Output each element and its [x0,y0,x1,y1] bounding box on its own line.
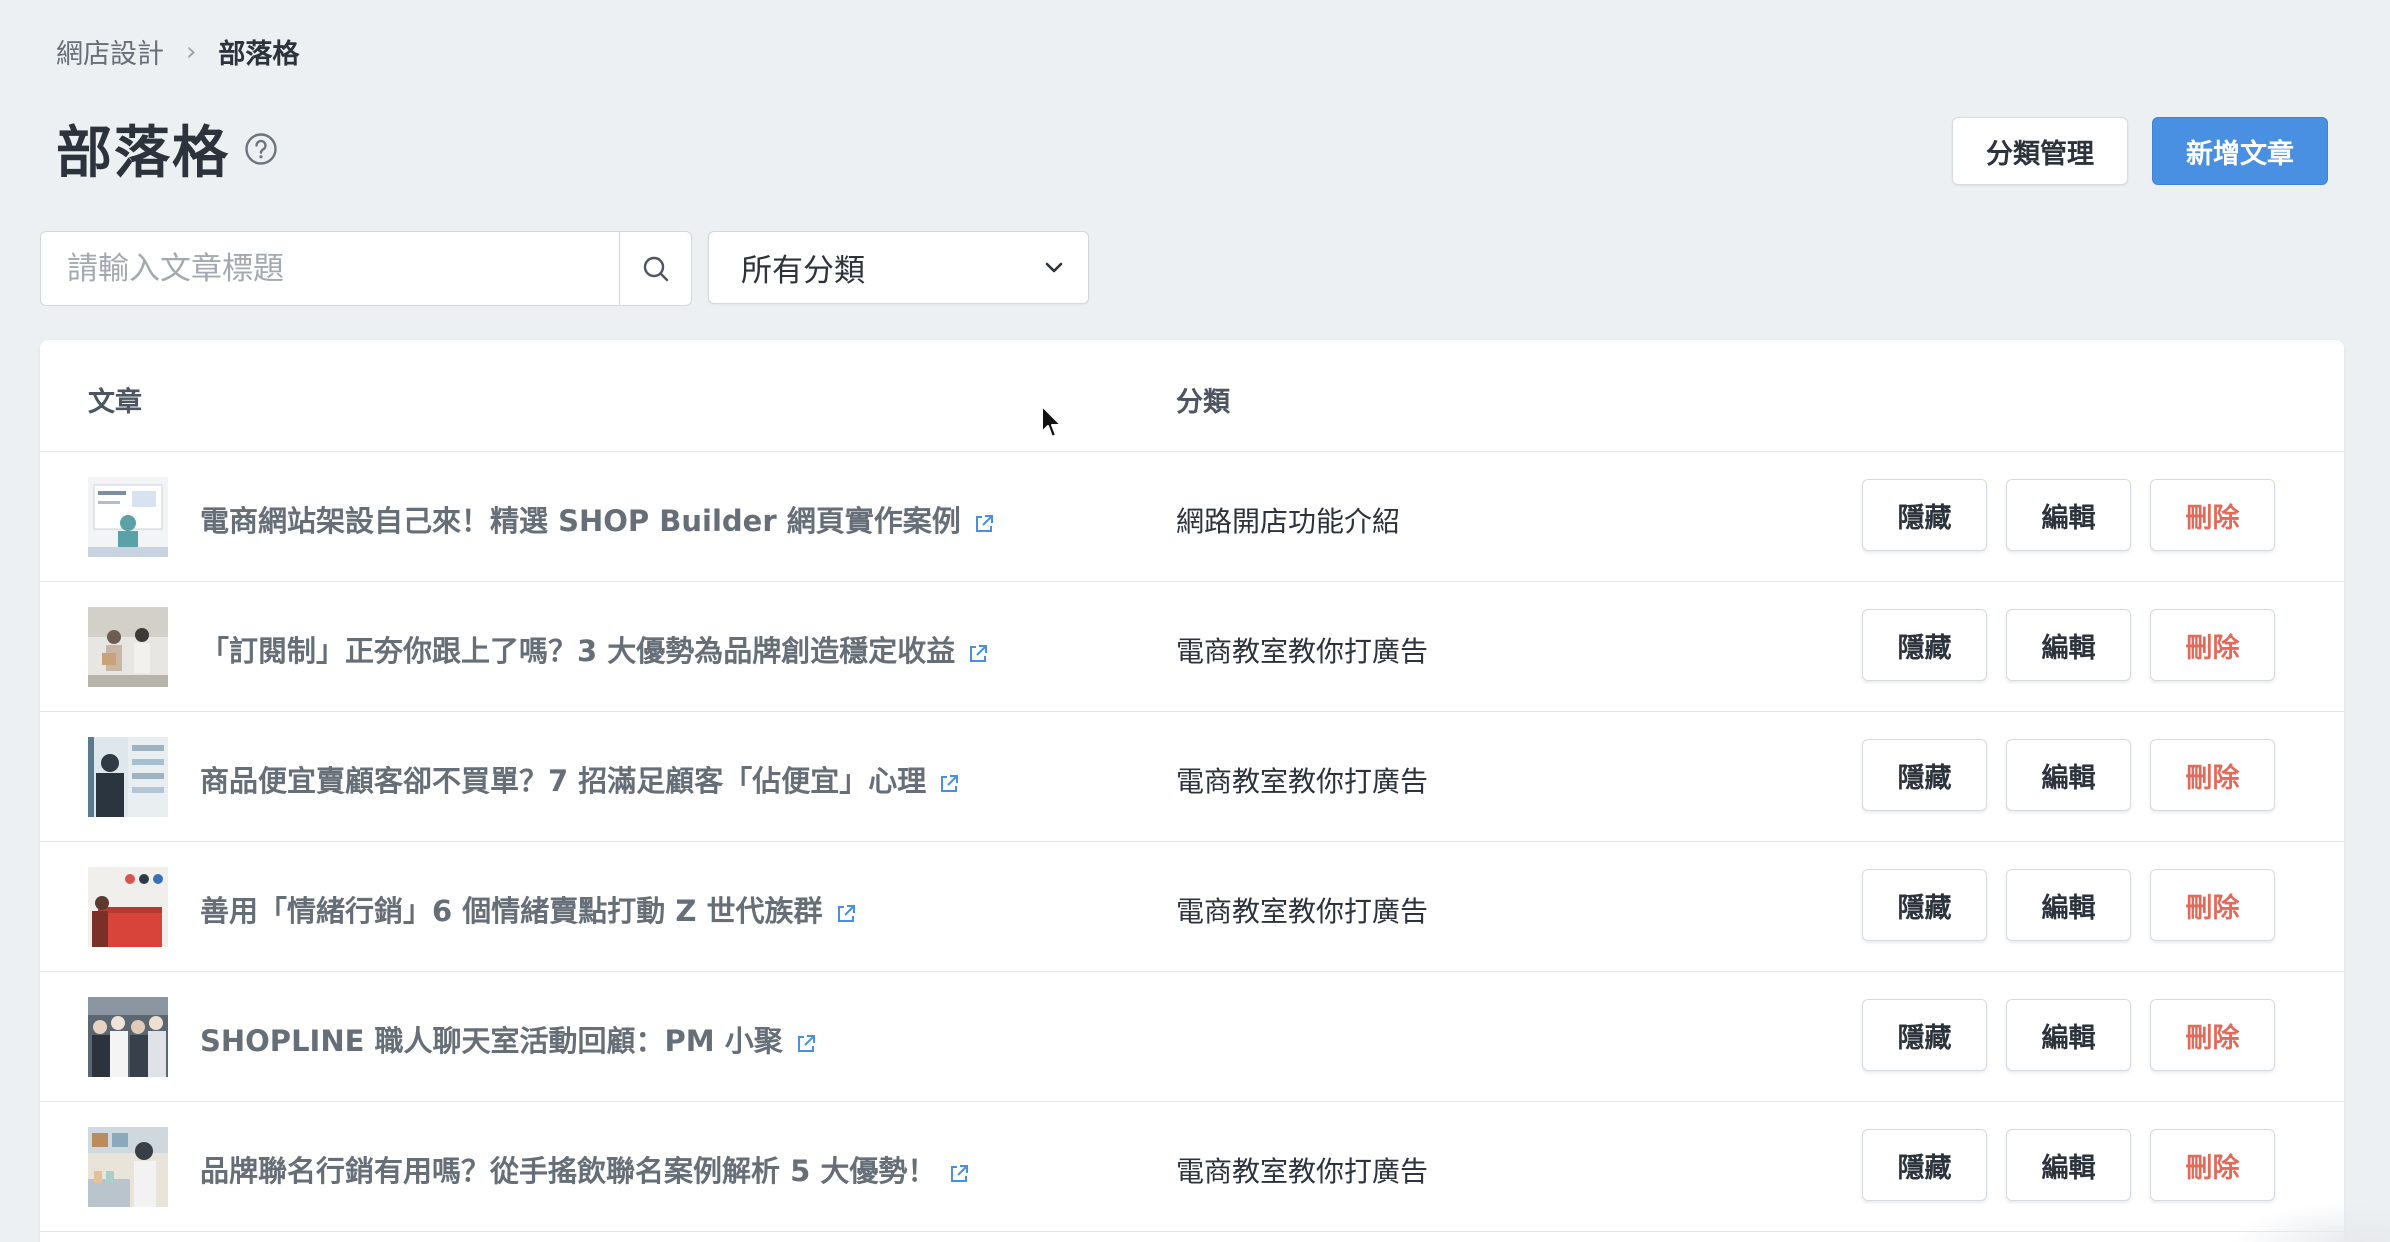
post-category: 電商教室教你打廣告 [1176,895,1429,928]
row-actions: 隱藏 編輯 刪除 [1862,739,2275,811]
external-link-icon[interactable] [948,1158,970,1182]
table-row: 品牌聯名行銷有用嗎？從手搖飲聯名案例解析 5 大優勢！ 電商教室教你打廣告 隱藏… [40,1102,2344,1232]
table-row: SHOPLINE 職人聊天室活動回顧：PM 小聚 隱藏 編輯 刪除 [40,972,2344,1102]
external-link-icon[interactable] [835,898,857,922]
column-header-article: 文章 [88,387,142,418]
post-thumbnail [88,867,168,947]
external-link-icon[interactable] [795,1028,817,1052]
row-actions: 隱藏 編輯 刪除 [1862,609,2275,681]
edit-button[interactable]: 編輯 [2006,999,2131,1071]
mouse-cursor-icon [1041,405,1062,438]
column-header-category: 分類 [1176,387,1230,418]
edit-button[interactable]: 編輯 [2006,1129,2131,1201]
table-row: 電商網站架設自己來！精選 SHOP Builder 網頁實作案例 網路開店功能介… [40,452,2344,582]
title-row: 部落格 [56,108,278,189]
table-header: 文章 分類 [40,340,2344,452]
search-button[interactable] [619,232,691,305]
post-title: 電商網站架設自己來！精選 SHOP Builder 網頁實作案例 [200,504,961,538]
chevron-right-icon: › [186,36,197,67]
category-filter-value: 所有分類 [741,253,865,289]
hide-button[interactable]: 隱藏 [1862,999,1987,1071]
category-manage-button[interactable]: 分類管理 [1952,117,2128,185]
table-row: 「訂閱制」正夯你跟上了嗎？3 大優勢為品牌創造穩定收益 電商教室教你打廣告 隱藏… [40,582,2344,712]
table-row: 商品便宜賣顧客卻不買單？7 招滿足顧客「佔便宜」心理 電商教室教你打廣告 隱藏 … [40,712,2344,842]
delete-button[interactable]: 刪除 [2150,999,2275,1071]
post-thumbnail [88,607,168,687]
row-actions: 隱藏 編輯 刪除 [1862,869,2275,941]
row-actions: 隱藏 編輯 刪除 [1862,1129,2275,1201]
chevron-down-icon [1045,262,1063,272]
hide-button[interactable]: 隱藏 [1862,739,1987,811]
help-icon[interactable] [244,132,278,166]
post-category: 電商教室教你打廣告 [1176,765,1429,798]
post-title-link[interactable]: 善用「情緒行銷」6 個情緒賣點打動 Z 世代族群 [200,888,857,930]
page-title: 部落格 [56,121,230,186]
post-thumbnail [88,1127,168,1207]
search-icon [643,256,668,281]
blog-page: 網店設計 › 部落格 部落格 分類管理 新增文章 所有分類 [0,0,2390,1242]
delete-button[interactable]: 刪除 [2150,1129,2275,1201]
post-thumbnail [88,737,168,817]
post-title: 商品便宜賣顧客卻不買單？7 招滿足顧客「佔便宜」心理 [200,764,927,798]
post-title: 「訂閱制」正夯你跟上了嗎？3 大優勢為品牌創造穩定收益 [200,634,956,668]
post-thumbnail [88,997,168,1077]
post-category: 電商教室教你打廣告 [1176,635,1429,668]
post-category: 電商教室教你打廣告 [1176,1155,1429,1188]
new-post-button[interactable]: 新增文章 [2152,117,2328,185]
corner-shadow [2230,1202,2390,1242]
post-title-link[interactable]: 電商網站架設自己來！精選 SHOP Builder 網頁實作案例 [200,498,995,540]
edit-button[interactable]: 編輯 [2006,739,2131,811]
post-title: 善用「情緒行銷」6 個情緒賣點打動 Z 世代族群 [200,894,823,928]
external-link-icon[interactable] [967,638,989,662]
post-title: SHOPLINE 職人聊天室活動回顧：PM 小聚 [200,1024,783,1058]
edit-button[interactable]: 編輯 [2006,609,2131,681]
edit-button[interactable]: 編輯 [2006,479,2131,551]
hide-button[interactable]: 隱藏 [1862,1129,1987,1201]
post-title-link[interactable]: 「訂閱制」正夯你跟上了嗎？3 大優勢為品牌創造穩定收益 [200,628,989,670]
delete-button[interactable]: 刪除 [2150,609,2275,681]
hide-button[interactable]: 隱藏 [1862,869,1987,941]
post-thumbnail [88,477,168,557]
post-category: 網路開店功能介紹 [1176,505,1401,538]
edit-button[interactable]: 編輯 [2006,869,2131,941]
blog-post-table: 文章 分類 電商網站架設自己來！精選 SHOP Builder 網頁實作案例 網… [40,340,2344,1242]
search-input[interactable] [41,232,619,305]
table-row: 善用「情緒行銷」6 個情緒賣點打動 Z 世代族群 電商教室教你打廣告 隱藏 編輯… [40,842,2344,972]
breadcrumb: 網店設計 › 部落格 [56,32,299,71]
external-link-icon[interactable] [973,508,995,532]
delete-button[interactable]: 刪除 [2150,479,2275,551]
breadcrumb-current: 部落格 [218,39,300,70]
header-actions: 分類管理 新增文章 [1952,117,2328,185]
hide-button[interactable]: 隱藏 [1862,609,1987,681]
post-title: 品牌聯名行銷有用嗎？從手搖飲聯名案例解析 5 大優勢！ [200,1154,937,1188]
post-title-link[interactable]: 商品便宜賣顧客卻不買單？7 招滿足顧客「佔便宜」心理 [200,758,960,800]
post-title-link[interactable]: SHOPLINE 職人聊天室活動回顧：PM 小聚 [200,1018,817,1060]
post-title-link[interactable]: 品牌聯名行銷有用嗎？從手搖飲聯名案例解析 5 大優勢！ [200,1148,970,1190]
breadcrumb-store-design[interactable]: 網店設計 [56,32,164,71]
delete-button[interactable]: 刪除 [2150,869,2275,941]
row-actions: 隱藏 編輯 刪除 [1862,999,2275,1071]
search-box [40,231,692,306]
hide-button[interactable]: 隱藏 [1862,479,1987,551]
row-actions: 隱藏 編輯 刪除 [1862,479,2275,551]
external-link-icon[interactable] [938,768,960,792]
category-filter-select[interactable]: 所有分類 [708,231,1089,304]
delete-button[interactable]: 刪除 [2150,739,2275,811]
